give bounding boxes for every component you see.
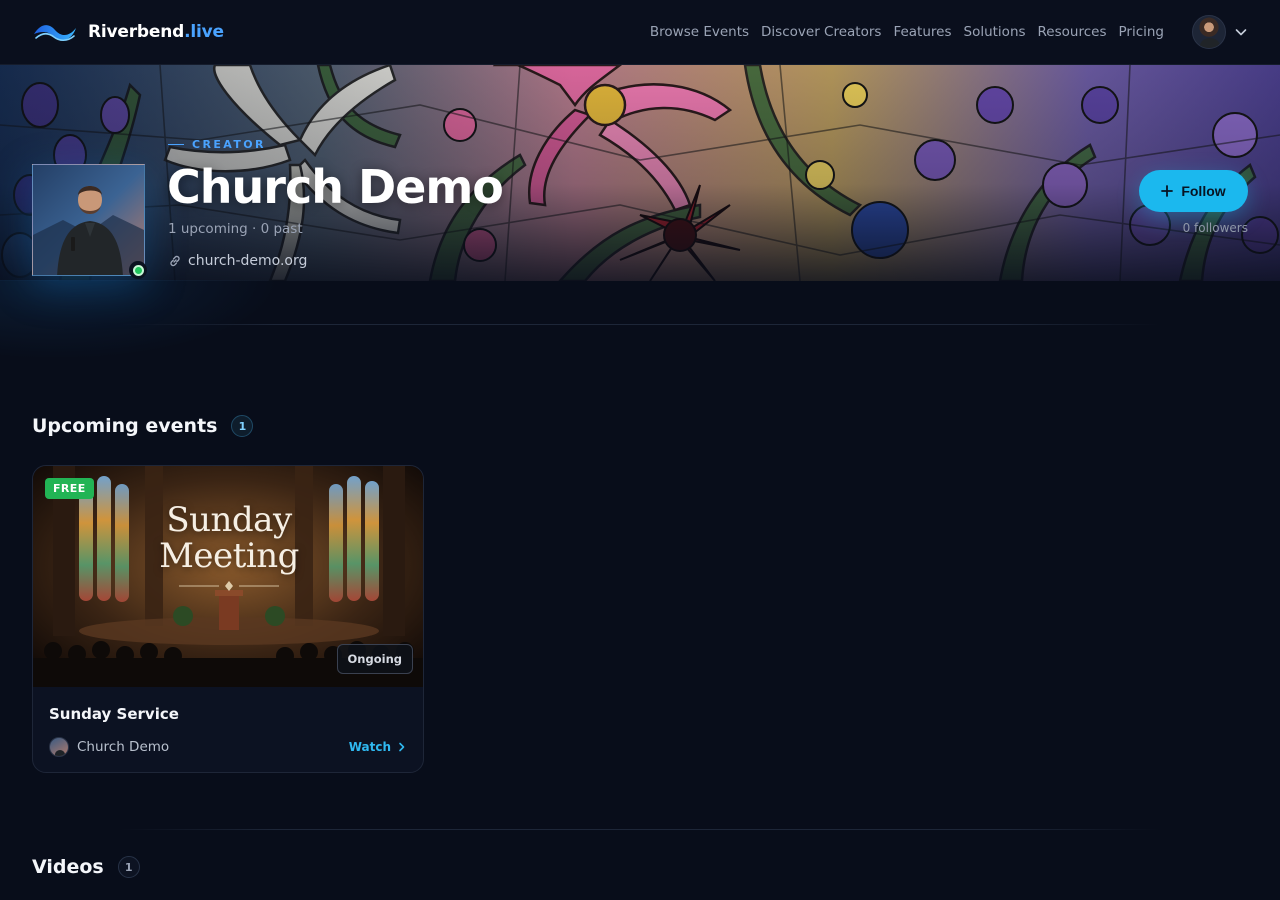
brand[interactable]: Riverbend.live [32,18,224,46]
event-meta: Church Demo Watch [49,737,407,757]
event-creator-name: Church Demo [77,739,170,755]
link-icon [170,255,180,267]
creator-portrait-image [33,165,144,275]
creator-avatar [32,164,145,276]
wave-logo-icon [34,25,76,42]
nav-pricing[interactable]: Pricing [1112,24,1170,40]
videos-header: Videos 1 [32,856,140,878]
watch-link[interactable]: Watch [349,740,407,754]
plus-icon [1161,185,1174,197]
creator-event-stats: 1 upcoming · 0 past [168,221,303,237]
event-card-body: Sunday Service Church Demo Watch [33,687,423,757]
user-menu-button[interactable] [1192,15,1248,49]
chevron-down-icon [1235,29,1247,36]
avatar [1192,15,1226,49]
nav-features[interactable]: Features [887,24,957,40]
count-badge: 1 [231,415,254,437]
event-thumbnail-title: Sunday Meeting [159,500,299,576]
nav-discover-creators[interactable]: Discover Creators [755,24,887,40]
divider [120,324,1160,325]
nav-browse-events[interactable]: Browse Events [644,24,755,40]
creator-website-link[interactable]: church-demo.org [168,253,307,269]
nav-resources[interactable]: Resources [1032,24,1113,40]
avatar [49,737,69,757]
price-badge: FREE [45,478,94,499]
section-title: Videos [32,856,104,878]
upcoming-events-header: Upcoming events 1 [32,415,254,437]
section-title: Upcoming events [32,415,218,437]
follower-count: 0 followers [1182,221,1248,235]
event-thumbnail: Sunday Meeting FREE Ongoing [33,466,423,687]
chevron-right-icon [399,742,405,752]
nav-solutions[interactable]: Solutions [958,24,1032,40]
event-card[interactable]: Sunday Meeting FREE Ongoing Sunday Servi… [32,465,424,773]
follow-button[interactable]: Follow [1139,170,1248,212]
count-badge: 1 [117,856,140,878]
divider [120,829,1160,830]
event-title: Sunday Service [49,705,179,723]
creator-kicker: CREATOR [168,138,266,151]
creator-name: Church Demo [167,160,504,214]
online-status-indicator [129,261,147,279]
main-nav: Browse Events Discover Creators Features… [644,24,1170,40]
top-navbar: Riverbend.live Browse Events Discover Cr… [0,0,1280,65]
brand-name: Riverbend.live [88,22,224,42]
status-badge: Ongoing [336,644,413,674]
